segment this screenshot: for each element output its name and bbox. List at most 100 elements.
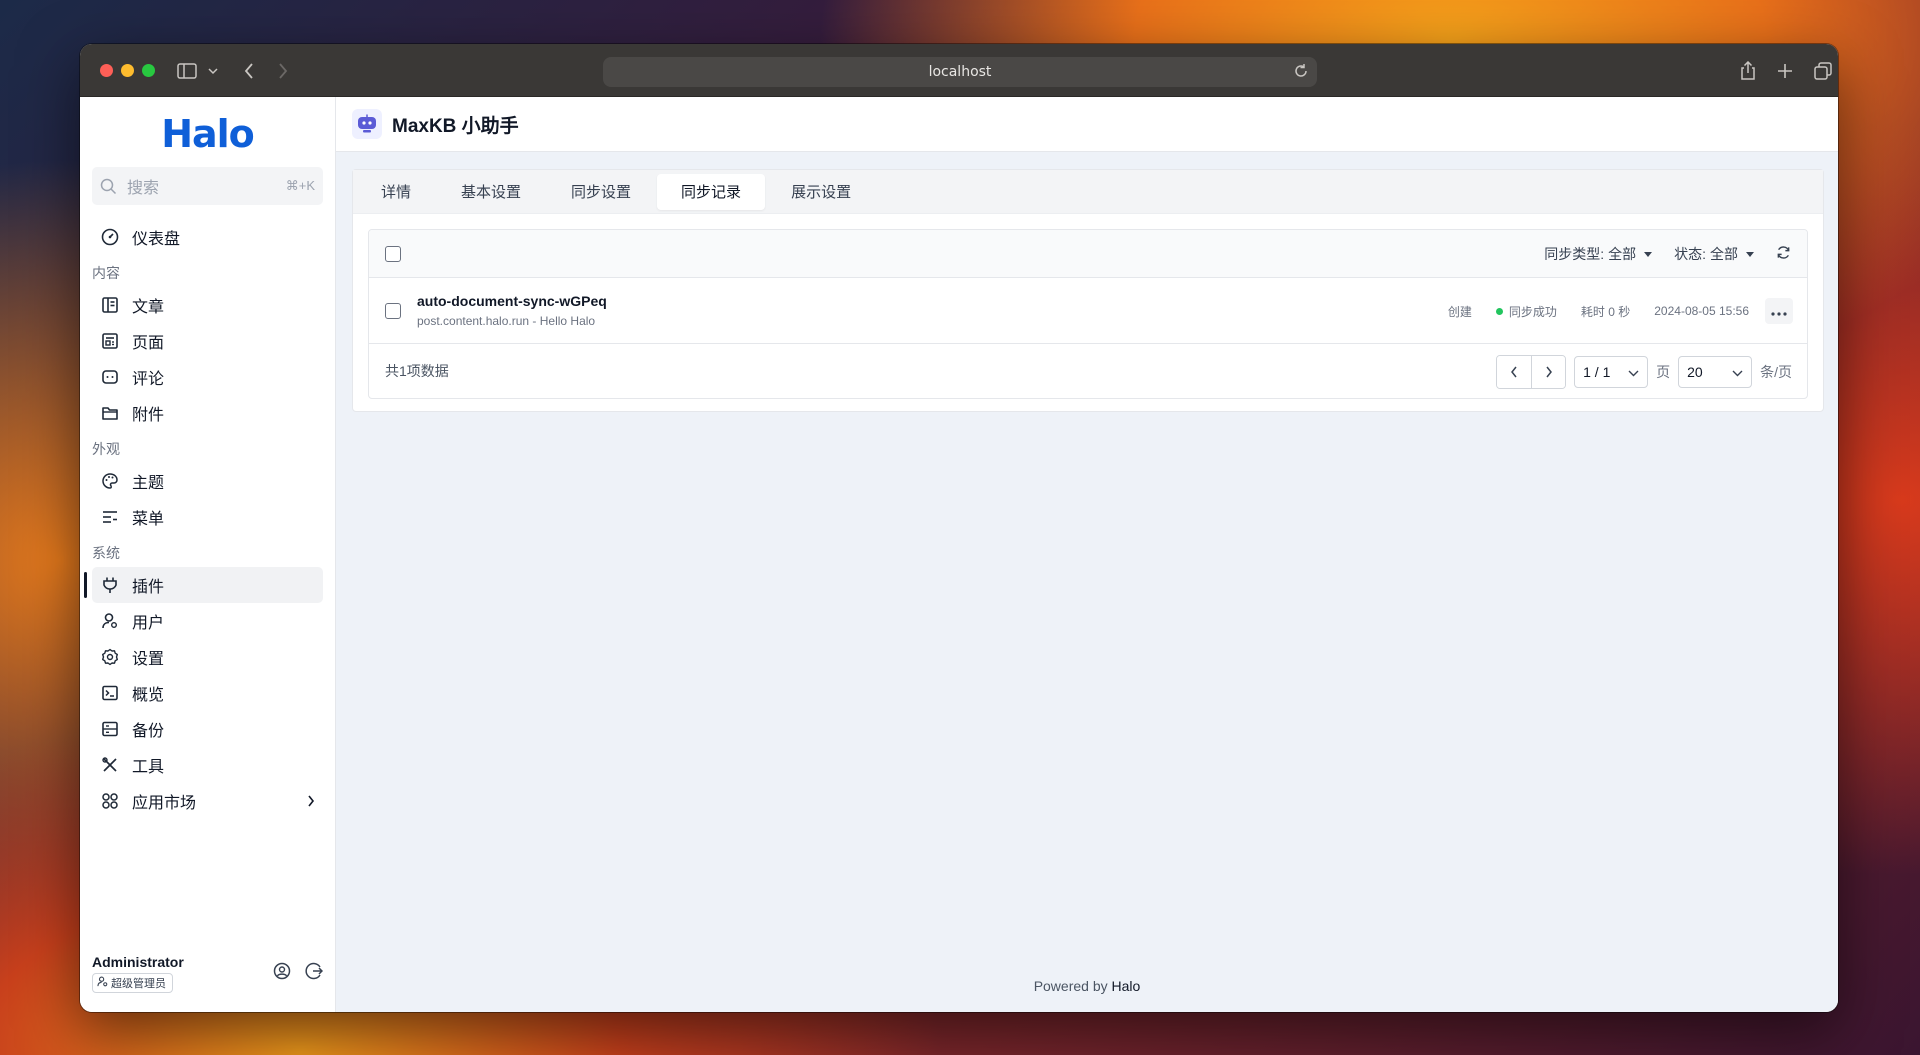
record-time: 2024-08-05 15:56 [1654,304,1749,318]
group-label-content: 内容 [92,265,120,281]
sync-type-filter[interactable]: 同步类型: 全部 [1544,244,1653,264]
role-label: 超级管理员 [111,978,166,990]
sidebar-item-label: 概览 [132,687,165,704]
total-count: 共1项数据 [385,363,449,379]
back-icon[interactable] [236,58,262,84]
sidebar-item-tools[interactable]: 工具 [92,747,323,783]
footer-brand-link[interactable]: Halo [1112,978,1141,994]
sidebar-toggle-icon[interactable] [174,58,200,84]
page-header: MaxKB 小助手 [336,97,1838,152]
tab-overview-icon[interactable] [1810,58,1836,84]
record-duration: 耗时 0 秒 [1580,304,1631,319]
page-size-value: 20 [1687,364,1703,380]
page-icon [100,331,120,351]
minimize-window-button[interactable] [121,64,134,77]
sidebar-item-posts[interactable]: 文章 [92,287,323,323]
search-shortcut: ⌘+K [285,178,315,193]
browser-window: localhost Halo 搜索 ⌘+K 仪表盘 内容 文章 页面 评论 附件… [80,44,1838,1012]
select-all-checkbox[interactable] [385,245,401,262]
row-checkbox[interactable] [385,302,401,319]
sidebar-item-menus[interactable]: 菜单 [92,499,323,535]
user-icon [100,611,120,631]
page-select[interactable]: 1 / 1 [1574,356,1649,388]
chevron-down-icon [1732,364,1743,380]
caret-down-icon [1746,251,1754,257]
page-unit: 页 [1656,364,1671,380]
filter-label: 状态: [1674,246,1706,262]
role-badge: 超级管理员 [92,973,173,993]
sidebar-item-overview[interactable]: 概览 [92,675,323,711]
record-title[interactable]: auto-document-sync-wGPeq [417,293,607,309]
user-panel: Administrator 超级管理员 [92,954,324,996]
sidebar-item-backup[interactable]: 备份 [92,711,323,747]
sidebar-item-label: 菜单 [132,511,165,528]
tab-sync-records[interactable]: 同步记录 [657,173,766,210]
new-tab-icon[interactable] [1772,58,1798,84]
robot-icon [352,109,382,139]
page-nav [1496,355,1567,389]
tools-icon [100,755,120,775]
palette-icon [100,471,120,491]
logout-icon[interactable] [305,962,324,985]
tab-sync-settings[interactable]: 同步设置 [547,174,655,210]
share-icon[interactable] [1735,58,1761,84]
sidebar-item-users[interactable]: 用户 [92,603,323,639]
tab-bar: 详情 基本设置 同步设置 同步记录 展示设置 [353,170,1823,214]
terminal-icon [100,683,120,703]
status-filter[interactable]: 状态: 全部 [1674,244,1754,264]
next-page-button[interactable] [1531,356,1566,388]
refresh-icon[interactable] [1776,245,1791,263]
sidebar-item-label: 评论 [132,371,165,388]
folder-icon [100,403,120,423]
page-size-select[interactable]: 20 [1678,356,1753,388]
sync-record-list: 同步类型: 全部 状态: 全部 auto-document-sync-wGPeq… [368,229,1808,399]
sidebar-item-label: 用户 [132,615,165,632]
search-input[interactable]: 搜索 ⌘+K [92,167,323,205]
sidebar-item-label: 应用市场 [132,795,197,812]
group-label-appearance: 外观 [92,441,120,457]
halo-logo[interactable]: Halo [80,97,335,167]
sidebar-item-label: 设置 [132,651,165,668]
main-content: MaxKB 小助手 详情 基本设置 同步设置 同步记录 展示设置 同步类型: 全… [336,97,1838,1012]
close-window-button[interactable] [100,64,113,77]
sidebar-item-comments[interactable]: 评论 [92,359,323,395]
sidebar-item-pages[interactable]: 页面 [92,323,323,359]
menu-list-icon [100,507,120,527]
sidebar-item-attachments[interactable]: 附件 [92,395,323,431]
record-subtitle: post.content.halo.run - Hello Halo [417,314,596,328]
dashboard-icon [100,227,120,247]
filter-bar: 同步类型: 全部 状态: 全部 [1544,230,1791,278]
sidebar: Halo 搜索 ⌘+K 仪表盘 内容 文章 页面 评论 附件 外观 主题 菜单 … [80,97,336,1012]
sidebar-item-settings[interactable]: 设置 [92,639,323,675]
table-row[interactable]: auto-document-sync-wGPeq post.content.ha… [369,278,1807,344]
sidebar-item-app-market[interactable]: 应用市场 [92,783,323,819]
sidebar-item-label: 附件 [132,407,165,424]
filter-value: 全部 [1608,246,1637,262]
sidebar-item-plugins[interactable]: 插件 [84,567,323,603]
apps-grid-icon [100,791,120,811]
maximize-window-button[interactable] [142,64,155,77]
search-placeholder: 搜索 [127,180,160,197]
page-size-unit: 条/页 [1760,364,1792,380]
more-actions-button[interactable] [1765,298,1793,324]
tab-details[interactable]: 详情 [357,174,435,210]
list-footer: 共1项数据 1 / 1 页 20 条/页 [369,344,1807,398]
sidebar-item-label: 文章 [132,299,165,316]
reload-icon[interactable] [1293,63,1309,83]
prev-page-button[interactable] [1497,356,1532,388]
browser-toolbar: localhost [80,44,1838,97]
chevron-down-icon [1628,364,1639,380]
user-role-icon [97,976,108,990]
tab-basic-settings[interactable]: 基本设置 [437,174,545,210]
chevron-right-icon [307,795,315,807]
sidebar-item-label: 仪表盘 [132,231,181,248]
profile-icon[interactable] [273,962,291,985]
list-header: 同步类型: 全部 状态: 全部 [369,230,1807,278]
forward-icon[interactable] [270,58,296,84]
tab-display-settings[interactable]: 展示设置 [767,174,875,210]
address-bar[interactable]: localhost [603,57,1317,87]
sidebar-item-themes[interactable]: 主题 [92,463,323,499]
chevron-down-icon[interactable] [200,58,226,84]
sidebar-item-dashboard[interactable]: 仪表盘 [92,219,323,255]
comment-icon [100,367,120,387]
